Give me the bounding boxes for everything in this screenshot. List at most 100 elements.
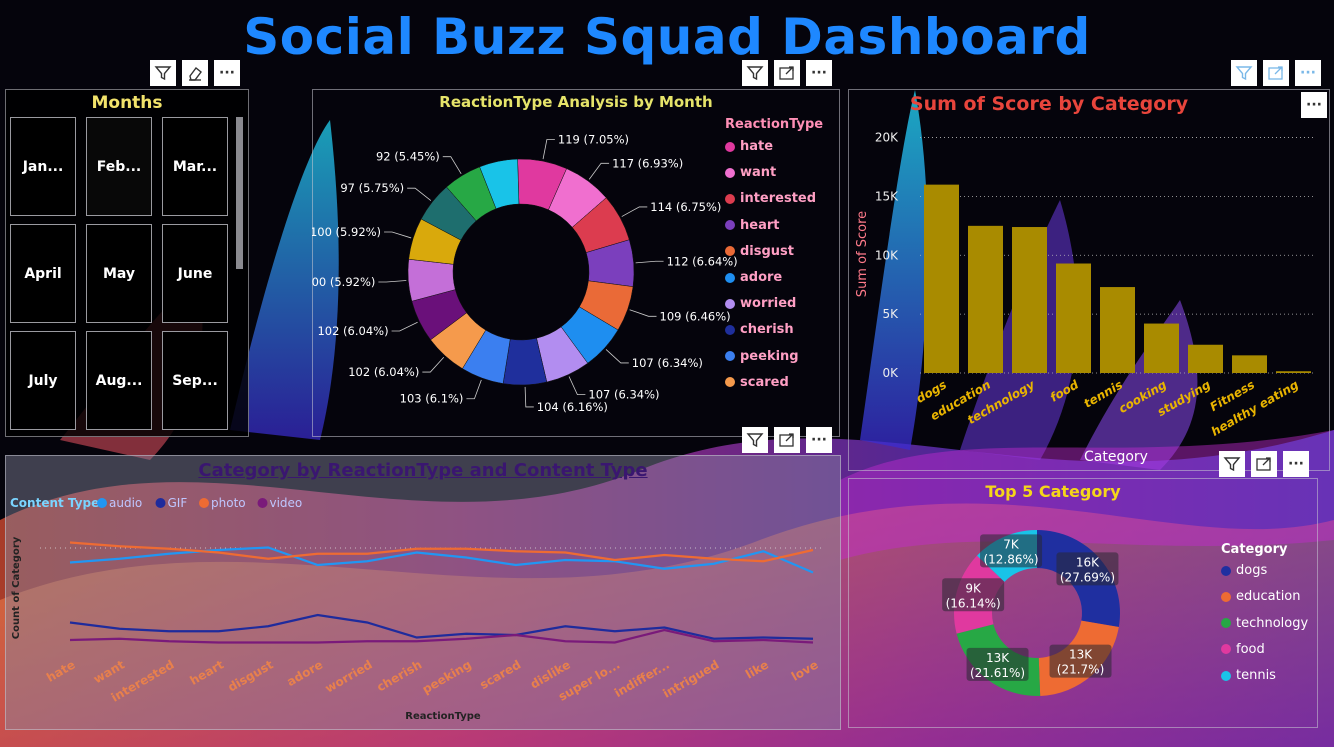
legend-marker <box>1221 565 1231 576</box>
data-label: 117 (6.93%) <box>612 156 683 170</box>
data-label: (16.14%) <box>946 596 1001 610</box>
legend-item[interactable]: heart <box>725 218 779 233</box>
data-label: 100 (5.92%) <box>312 275 375 289</box>
legend-marker <box>725 377 735 388</box>
legend-label: peeking <box>740 348 799 364</box>
month-button[interactable]: Mar... <box>162 117 228 216</box>
data-label: 119 (7.05%) <box>558 133 629 147</box>
month-button[interactable]: April <box>10 224 76 323</box>
legend-marker <box>725 167 735 178</box>
x-tick-label: love <box>789 657 821 683</box>
legend-marker <box>257 498 268 508</box>
data-label: 109 (6.46%) <box>660 309 731 323</box>
month-button[interactable]: Aug... <box>86 331 152 430</box>
bar <box>924 184 959 373</box>
month-button[interactable]: Jan... <box>10 117 76 216</box>
legend-label: video <box>270 496 303 510</box>
x-tick-label: like <box>743 657 771 681</box>
x-tick-label: want <box>91 657 127 686</box>
legend-marker <box>199 498 209 508</box>
legend-item[interactable]: adore <box>725 270 782 285</box>
bar <box>1188 344 1223 373</box>
leader-line <box>422 356 445 373</box>
legend-item[interactable]: technology <box>1221 616 1308 631</box>
data-label: (27.69%) <box>1060 570 1115 584</box>
focus-mode-icon[interactable] <box>774 427 800 453</box>
leader-line <box>635 260 664 264</box>
legend-marker <box>725 351 735 362</box>
legend-item[interactable]: want <box>725 165 776 180</box>
series-line <box>69 613 814 640</box>
legend-label: adore <box>740 270 783 285</box>
focus-mode-icon[interactable] <box>1263 60 1289 86</box>
more-options-icon[interactable]: ··· <box>1301 92 1327 118</box>
legend-item[interactable]: worried <box>725 296 796 311</box>
focus-mode-icon[interactable] <box>1251 451 1277 477</box>
data-label: 114 (6.75%) <box>650 200 721 214</box>
month-button[interactable]: July <box>10 331 76 430</box>
data-label: (21.61%) <box>970 666 1025 680</box>
focus-mode-icon[interactable] <box>774 60 800 86</box>
legend-marker <box>725 246 735 257</box>
legend-item[interactable]: tennis <box>1221 668 1276 683</box>
legend-item[interactable]: interested <box>725 191 816 206</box>
filter-icon[interactable] <box>1231 60 1257 86</box>
legend-item[interactable]: disgust <box>725 244 794 259</box>
donut-toolbar: ··· <box>742 60 832 86</box>
legend-marker <box>725 141 735 152</box>
x-axis-title: ReactionType <box>405 711 481 722</box>
leader-line <box>621 206 648 217</box>
legend-label: photo <box>211 496 246 510</box>
data-label: 104 (6.16%) <box>537 400 608 414</box>
leader-line <box>605 349 629 364</box>
months-scrollbar[interactable] <box>236 117 243 269</box>
leader-line <box>588 162 610 180</box>
filter-icon[interactable] <box>150 60 176 86</box>
legend-marker <box>1221 644 1231 655</box>
bar <box>1056 263 1091 373</box>
more-options-icon[interactable]: ··· <box>806 427 832 453</box>
legend-item[interactable]: hate <box>725 139 773 154</box>
filter-icon[interactable] <box>742 60 768 86</box>
leader-line <box>442 156 462 174</box>
legend-label: audio <box>109 496 142 510</box>
more-options-icon[interactable]: ··· <box>1283 451 1309 477</box>
bar <box>1144 323 1179 373</box>
month-button[interactable]: May <box>86 224 152 323</box>
eraser-icon[interactable] <box>182 60 208 86</box>
month-button[interactable]: Feb... <box>86 117 152 216</box>
legend-label: GIF <box>168 496 188 510</box>
data-label: 102 (6.04%) <box>317 324 388 338</box>
month-button[interactable]: Sep... <box>162 331 228 430</box>
legend-item[interactable]: education <box>1221 589 1301 604</box>
top5-toolbar: ··· <box>1219 451 1309 477</box>
dashboard-title: Social Buzz Squad Dashboard <box>243 8 1091 66</box>
month-button[interactable]: June <box>162 224 228 323</box>
legend-item[interactable]: peeking <box>725 349 799 364</box>
filter-icon[interactable] <box>1219 451 1245 477</box>
legend-item[interactable]: scared <box>725 375 789 390</box>
more-options-icon[interactable]: ··· <box>1295 60 1321 86</box>
x-tick-label: worried <box>323 657 375 695</box>
filter-icon[interactable] <box>742 427 768 453</box>
x-tick-label: adore <box>284 657 325 689</box>
reaction-line-chart[interactable]: Content Type audio GIF photo video hate want in… <box>5 455 839 728</box>
data-label: 107 (6.34%) <box>632 356 703 370</box>
more-options-icon[interactable]: ··· <box>214 60 240 86</box>
months-toolbar: ··· <box>150 60 240 86</box>
data-label: (21.7%) <box>1057 663 1104 677</box>
score-bar-chart[interactable]: 0K5K10K15K20Kdogseducationtechnology food… <box>848 89 1328 469</box>
bar-toolbar: ··· <box>1231 60 1321 86</box>
legend-item[interactable]: cherish <box>725 322 794 337</box>
data-label: 103 (6.1%) <box>400 392 464 406</box>
legend-label: want <box>740 165 777 181</box>
top5-legend-title: Category <box>1221 542 1288 557</box>
legend-label: tennis <box>1236 668 1276 684</box>
legend-item[interactable]: food <box>1221 642 1265 657</box>
legend-marker <box>1221 591 1231 602</box>
y-axis-title: Count of Category <box>11 536 22 639</box>
legend-item[interactable]: dogs <box>1221 563 1267 578</box>
legend-marker <box>1221 670 1231 681</box>
more-options-icon[interactable]: ··· <box>806 60 832 86</box>
data-label: 102 (6.04%) <box>348 365 419 379</box>
